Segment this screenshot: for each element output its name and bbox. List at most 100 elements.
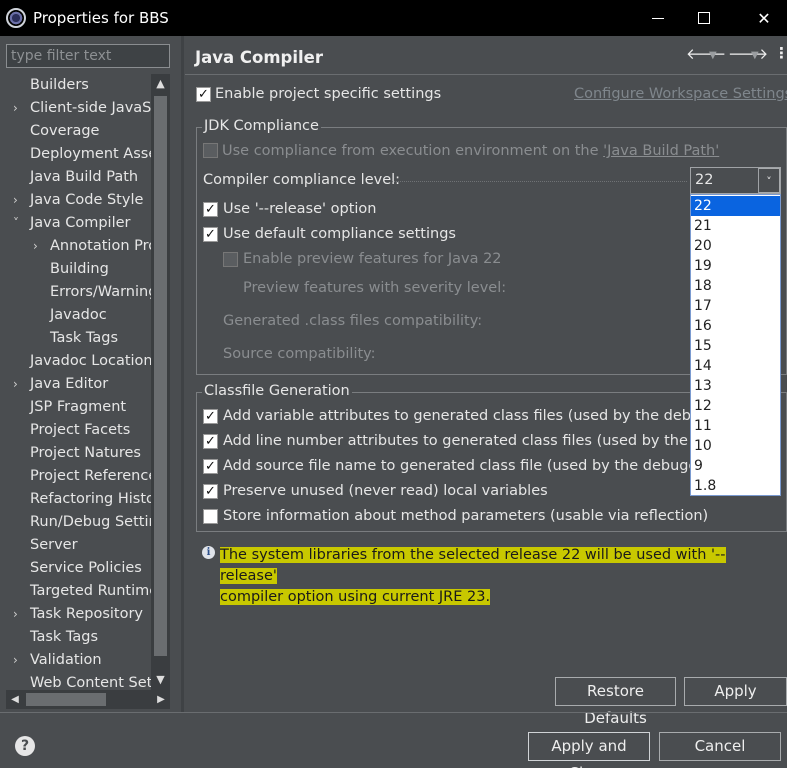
tree-item[interactable]: Coverage <box>6 120 151 143</box>
minimize-button[interactable] <box>635 0 681 36</box>
tree-item[interactable]: Javadoc Location <box>6 350 151 373</box>
tree-item-label: Javadoc <box>50 307 107 323</box>
source-file-label: Add source file name to generated class … <box>223 458 693 474</box>
source-file-checkbox[interactable]: ✓ <box>203 459 218 474</box>
dropdown-option[interactable]: 10 <box>691 436 780 456</box>
default-compliance-checkbox[interactable]: ✓ <box>203 227 218 242</box>
tree-item[interactable]: Builders <box>6 74 151 97</box>
line-number-checkbox[interactable]: ✓ <box>203 434 218 449</box>
dropdown-option[interactable]: 21 <box>691 216 780 236</box>
jdk-compliance-label: JDK Compliance <box>202 118 321 134</box>
dropdown-option[interactable]: 1.8 <box>691 476 780 496</box>
maximize-button[interactable] <box>681 0 727 36</box>
tree-item[interactable]: Task Tags <box>6 626 151 649</box>
chevron-right-icon[interactable]: › <box>13 373 25 396</box>
tree-item[interactable]: Server <box>6 534 151 557</box>
preview-severity-label: Preview features with severity level: <box>243 280 507 296</box>
apply-button[interactable]: Apply <box>684 677 787 706</box>
preserve-unused-checkbox[interactable]: ✓ <box>203 484 218 499</box>
release-option-checkbox[interactable]: ✓ <box>203 202 218 217</box>
view-menu-icon[interactable]: ⋮ <box>774 44 787 62</box>
tree-item[interactable]: Service Policies <box>6 557 151 580</box>
window-title: Properties for BBS <box>33 9 169 27</box>
info-line-2: compiler option using current JRE 23. <box>220 589 491 605</box>
configure-workspace-link[interactable]: Configure Workspace Settings... <box>574 86 787 102</box>
scroll-down-icon[interactable]: ▼ <box>151 670 170 690</box>
forward-arrow-icon[interactable]: 🡒 <box>728 44 768 63</box>
chevron-right-icon[interactable]: › <box>13 189 25 212</box>
chevron-right-icon[interactable]: › <box>13 649 25 672</box>
tree-item[interactable]: Java Build Path <box>6 166 151 189</box>
tree-item[interactable]: ˅ Java Compiler <box>6 212 151 235</box>
tree-item[interactable]: Javadoc <box>6 304 151 327</box>
compliance-level-combo[interactable]: 22 ˅ <box>690 167 781 194</box>
dropdown-option[interactable]: 13 <box>691 376 780 396</box>
preview-features-checkbox[interactable] <box>223 252 238 267</box>
scroll-up-icon[interactable]: ▲ <box>151 74 170 94</box>
dropdown-option[interactable]: 16 <box>691 316 780 336</box>
dropdown-option[interactable]: 20 <box>691 236 780 256</box>
apply-and-close-button[interactable]: Apply and Close <box>528 732 650 768</box>
forward-menu-chevron-icon[interactable]: ▼ <box>751 50 759 61</box>
tree-item[interactable]: Project Facets <box>6 419 151 442</box>
chevron-down-icon[interactable]: ˅ <box>758 168 780 193</box>
chevron-right-icon[interactable]: › <box>13 97 25 120</box>
tree-item[interactable]: Project Natures <box>6 442 151 465</box>
back-arrow-icon[interactable]: 🡐 <box>686 44 726 63</box>
tree-item[interactable]: › Client-side JavaSc <box>6 97 151 120</box>
tree-item[interactable]: › Task Repository <box>6 603 151 626</box>
tree-item[interactable]: Errors/Warning <box>6 281 151 304</box>
scrollbar-thumb[interactable] <box>154 96 167 656</box>
properties-tree: Builders › Client-side JavaSc Coverage Deplo… <box>6 74 151 690</box>
tree-vertical-scrollbar[interactable]: ▲ ▼ <box>151 74 170 690</box>
dropdown-option[interactable]: 11 <box>691 416 780 436</box>
tree-item[interactable]: Web Content Sett <box>6 672 151 690</box>
tree-item-label: Coverage <box>30 123 100 139</box>
tree-item[interactable]: › Java Code Style <box>6 189 151 212</box>
dropdown-option[interactable]: 17 <box>691 296 780 316</box>
tree-item[interactable]: JSP Fragment <box>6 396 151 419</box>
tree-item[interactable]: Targeted Runtime <box>6 580 151 603</box>
tree-item[interactable]: › Annotation Pro <box>6 235 151 258</box>
panel-splitter[interactable] <box>181 36 184 712</box>
dropdown-option[interactable]: 15 <box>691 336 780 356</box>
close-button[interactable]: ✕ <box>741 0 787 36</box>
restore-defaults-button[interactable]: Restore Defaults <box>555 677 676 727</box>
filter-input[interactable] <box>6 44 170 68</box>
tree-item-label: Targeted Runtime <box>30 583 151 599</box>
scroll-left-icon[interactable]: ◀ <box>6 690 24 709</box>
tree-item[interactable]: Refactoring Histor <box>6 488 151 511</box>
back-menu-chevron-icon[interactable]: ▼ <box>709 50 717 61</box>
enable-specific-checkbox[interactable]: ✓ <box>196 87 211 102</box>
tree-horizontal-scrollbar[interactable]: ◀ ▶ <box>6 690 170 709</box>
dropdown-option[interactable]: 18 <box>691 276 780 296</box>
scroll-right-icon[interactable]: ▶ <box>152 690 170 709</box>
dropdown-option[interactable]: 22 <box>691 196 780 216</box>
chevron-right-icon[interactable]: › <box>33 235 45 258</box>
tree-item[interactable]: Deployment Asser <box>6 143 151 166</box>
dropdown-option[interactable]: 9 <box>691 456 780 476</box>
dropdown-option[interactable]: 14 <box>691 356 780 376</box>
hscrollbar-thumb[interactable] <box>26 693 106 706</box>
tree-item[interactable]: Run/Debug Settir <box>6 511 151 534</box>
tree-item[interactable]: Building <box>6 258 151 281</box>
method-params-checkbox[interactable] <box>203 509 218 524</box>
tree-item[interactable]: › Java Editor <box>6 373 151 396</box>
dropdown-option[interactable]: 19 <box>691 256 780 276</box>
help-icon[interactable]: ? <box>15 736 35 756</box>
use-env-checkbox[interactable] <box>203 143 218 158</box>
variable-attributes-checkbox[interactable]: ✓ <box>203 409 218 424</box>
tree-item-label: Refactoring Histor <box>30 491 151 507</box>
chevron-down-icon[interactable]: ˅ <box>13 212 25 235</box>
java-build-path-link[interactable]: 'Java Build Path' <box>603 143 719 159</box>
maximize-icon <box>698 12 710 24</box>
tree-item-label: JSP Fragment <box>30 399 127 415</box>
tree-item[interactable]: Project Reference <box>6 465 151 488</box>
compliance-level-dropdown[interactable]: 22 21 20 19 18 17 16 15 14 13 12 11 10 9 1.8 <box>690 194 781 496</box>
chevron-right-icon[interactable]: › <box>13 603 25 626</box>
cancel-button[interactable]: Cancel <box>659 732 781 761</box>
tree-item-label: Errors/Warning <box>50 284 151 300</box>
tree-item[interactable]: Task Tags <box>6 327 151 350</box>
tree-item[interactable]: › Validation <box>6 649 151 672</box>
dropdown-option[interactable]: 12 <box>691 396 780 416</box>
